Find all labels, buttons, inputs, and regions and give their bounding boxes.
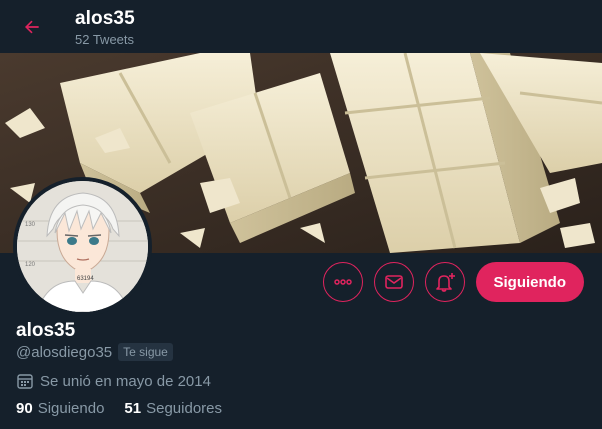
avatar[interactable]: 130 120 63194 — [13, 177, 152, 316]
following-label: Siguiendo — [37, 400, 105, 417]
profile-handle: @alosdiego35 — [16, 343, 113, 361]
more-button[interactable] — [322, 262, 363, 302]
joined-date: Se unió en mayo de 2014 — [16, 372, 211, 390]
avatar-image: 130 120 63194 — [17, 181, 148, 312]
tweet-count: 52 Tweets — [75, 32, 135, 47]
followers-count: 51 — [124, 400, 142, 417]
back-button[interactable] — [14, 9, 50, 45]
more-dots-icon — [333, 279, 352, 285]
joined-text: Se unió en mayo de 2014 — [40, 372, 211, 390]
envelope-icon — [384, 275, 403, 289]
notifications-button[interactable] — [424, 262, 465, 302]
handle-row: @alosdiego35 Te sigue — [16, 343, 173, 361]
svg-text:120: 120 — [25, 262, 36, 268]
bell-plus-icon — [435, 273, 455, 292]
profile-header: alos35 52 Tweets — [0, 0, 602, 53]
profile-name: alos35 — [16, 320, 76, 341]
profile-actions: Siguiendo — [322, 262, 584, 302]
calendar-icon — [17, 374, 33, 389]
followers-stat[interactable]: 51 Seguidores — [124, 400, 222, 417]
followers-label: Seguidores — [146, 400, 222, 417]
following-count: 90 — [16, 400, 33, 417]
header-title: alos35 — [75, 8, 135, 29]
follows-you-badge: Te sigue — [118, 343, 173, 361]
svg-text:130: 130 — [25, 222, 36, 228]
following-button[interactable]: Siguiendo — [475, 262, 584, 302]
message-button[interactable] — [373, 262, 414, 302]
following-stat[interactable]: 90 Siguiendo — [16, 400, 104, 417]
follow-stats: 90 Siguiendo 51 Seguidores — [16, 400, 222, 417]
arrow-left-icon — [25, 20, 39, 34]
